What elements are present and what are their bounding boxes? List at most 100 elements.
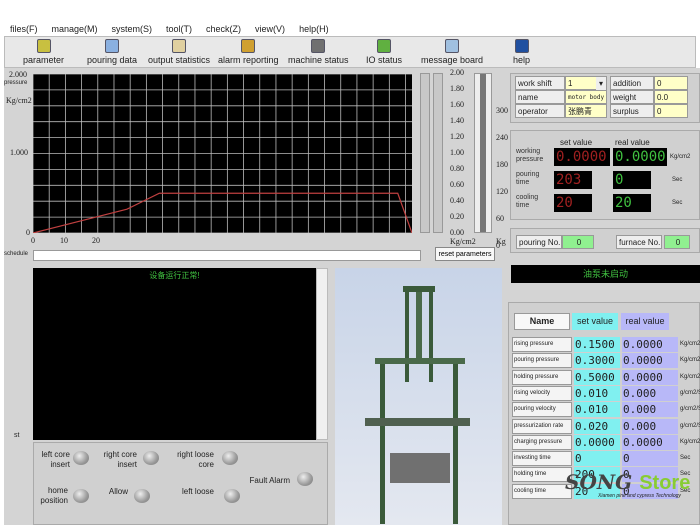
param-name: charging pressure: [512, 434, 572, 450]
gauge-tick: 0.80: [450, 164, 464, 173]
home-position-led: [73, 489, 89, 503]
watermark-logo: SONG Store: [565, 470, 691, 494]
weight-gauge-scale: 300 240 180 120 60 0: [492, 68, 512, 250]
param-real-value: 0.0000: [622, 369, 678, 385]
help-icon: [514, 39, 529, 53]
gauge-tick: 60: [496, 214, 504, 223]
param-name: rising pressure: [512, 337, 572, 352]
schedule-label: schedule: [4, 251, 29, 257]
surplus-field[interactable]: 0: [654, 104, 688, 118]
param-unit: g/cm2/S: [680, 406, 700, 413]
y-axis-unit: Kg/cm2: [6, 96, 32, 105]
gauge-tick: 0.20: [450, 212, 464, 221]
gauge-tick: 240: [496, 133, 508, 142]
work-shift-select[interactable]: 1 ▾: [565, 76, 607, 91]
gauge-bar-2: [433, 73, 443, 233]
table-row: pouring pressure 0.3000 0.0000 Kg/cm2: [512, 353, 700, 369]
param-set-value[interactable]: 0.0000: [574, 434, 620, 450]
pouring-no-value: 0: [562, 235, 594, 249]
machine-3d-view: [335, 268, 502, 525]
param-set-value[interactable]: 0.010: [574, 402, 620, 418]
gauge-tick: 1.40: [450, 116, 464, 125]
toolbar-label: machine status: [288, 55, 349, 65]
toolbar-label: parameter: [23, 55, 65, 65]
readout-unit: Sec: [672, 177, 683, 183]
name-field[interactable]: motor body: [565, 90, 607, 104]
pressure-gauge-unit: Kg/cm2: [450, 237, 476, 246]
console-message: 设备运行正常!: [149, 271, 200, 280]
furnace-no-value: 0: [664, 235, 690, 249]
operator-label: operator: [515, 104, 565, 118]
table-row: pressurization rate 0.020 0.000 g/cm2/S: [512, 418, 700, 434]
param-unit: g/cm2/S: [680, 422, 700, 429]
param-set-value[interactable]: 0: [574, 451, 620, 467]
param-real-value: 0.000: [622, 385, 678, 401]
toolbar-io-status-button[interactable]: IO status: [366, 37, 402, 65]
weight-label: weight: [610, 90, 654, 104]
param-set-value[interactable]: 0.5000: [574, 369, 620, 385]
menu-manage[interactable]: manage(M): [52, 24, 98, 34]
alarm-reporting-icon: [241, 39, 256, 53]
toolbar-pouring-data-button[interactable]: pouring data: [87, 37, 137, 65]
operator-field[interactable]: 张鹏青: [565, 104, 607, 118]
menu-check[interactable]: check(Z): [206, 24, 241, 34]
output-statistics-icon: [172, 39, 187, 53]
menu-system[interactable]: system(S): [112, 24, 153, 34]
name-label: name: [515, 90, 565, 104]
x-tick: 10: [60, 236, 68, 245]
watermark-tagline: Xiamen pine and cypress Technology: [598, 493, 681, 499]
param-set-value[interactable]: 0.020: [574, 418, 620, 434]
menu-tool[interactable]: tool(T): [166, 24, 192, 34]
console-log: 设备运行正常!: [33, 268, 316, 440]
reset-parameters-button[interactable]: reset parameters: [435, 247, 495, 261]
readout-unit: Kg/cm2: [670, 154, 691, 160]
param-name: pressurization rate: [512, 418, 572, 434]
toolbar-machine-status-button[interactable]: machine status: [288, 37, 349, 65]
right-core-insert-led: [143, 451, 159, 465]
toolbar-output-statistics-button[interactable]: output statistics: [148, 37, 210, 65]
y-axis-label: pressure: [4, 80, 28, 86]
readout-set-value: 203: [554, 171, 592, 189]
param-real-value: 0.0000: [622, 434, 678, 450]
menu-files[interactable]: files(F): [10, 24, 38, 34]
dropdown-arrow-icon[interactable]: ▾: [596, 77, 606, 91]
param-set-value[interactable]: 0.010: [574, 385, 620, 401]
fault-alarm-led: [297, 472, 313, 486]
param-real-value: 0.0000: [622, 353, 678, 369]
toolbar-label: pouring data: [87, 55, 138, 65]
param-unit: Kg/cm2: [680, 438, 700, 445]
param-name: rising velocity: [512, 385, 572, 401]
readout-label: working pressure: [516, 148, 544, 163]
param-set-value[interactable]: 0.1500: [574, 337, 620, 352]
machine-illustration: [365, 286, 470, 524]
pressure-chart: [33, 74, 412, 233]
gauge-tick: 1.20: [450, 132, 464, 141]
addition-field[interactable]: 0: [654, 76, 688, 90]
table-row: charging pressure 0.0000 0.0000 Kg/cm2: [512, 434, 700, 450]
toolbar-message-board-button[interactable]: message board: [421, 37, 483, 65]
readout-real-value: 0.0000: [613, 148, 667, 166]
y-tick-min: 0: [26, 228, 30, 237]
toolbar-alarm-reporting-button[interactable]: alarm reporting: [218, 37, 279, 65]
gauge-tick: 1.00: [450, 148, 464, 157]
menu-bar: files(F) manage(M) system(S) tool(T) che…: [0, 22, 700, 36]
toolbar-parameter-button[interactable]: parameter: [23, 37, 64, 65]
table-row: pouring velocity 0.010 0.000 g/cm2/S: [512, 402, 700, 418]
gauge-tick: 0.60: [450, 180, 464, 189]
menu-view[interactable]: view(V): [255, 24, 285, 34]
x-tick: 0: [31, 236, 35, 245]
allow-led: [134, 489, 150, 503]
console-scrollbar[interactable]: [316, 268, 328, 440]
menu-help[interactable]: help(H): [299, 24, 329, 34]
gauge-tick: 1.60: [450, 100, 464, 109]
indicator-label: Allow: [108, 487, 128, 496]
param-name: pouring velocity: [512, 402, 572, 418]
gauge-tick: 0.40: [450, 196, 464, 205]
param-set-value[interactable]: 0.3000: [574, 353, 620, 369]
weight-field[interactable]: 0.0: [654, 90, 688, 104]
indicator-label: right core insert: [103, 450, 137, 469]
table-header-set: set value: [572, 313, 618, 330]
toolbar-help-button[interactable]: help: [513, 37, 530, 65]
parameter-icon: [36, 39, 51, 53]
readout-label: cooling time: [516, 194, 539, 209]
